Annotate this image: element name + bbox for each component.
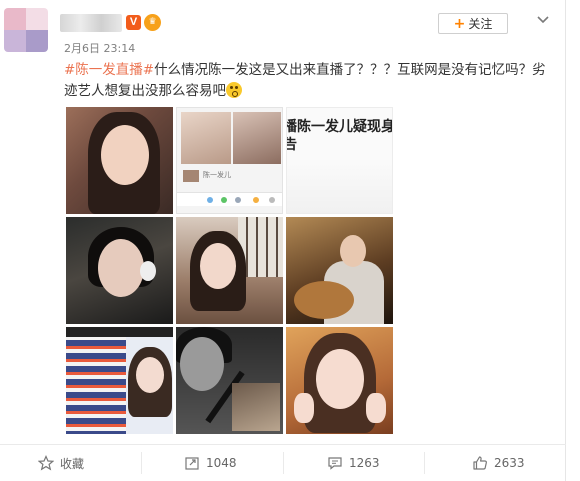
- image-grid: 陈一发儿 播陈一发儿疑现身直播 告: [66, 107, 394, 435]
- image-thumb-7[interactable]: [66, 327, 173, 434]
- image-content: [140, 261, 156, 281]
- image-content: [181, 112, 231, 164]
- chevron-down-icon[interactable]: [535, 12, 551, 28]
- image-thumb-3[interactable]: 播陈一发儿疑现身直播 告: [286, 107, 393, 214]
- image-thumb-8[interactable]: [176, 327, 283, 434]
- share-icon: [221, 197, 227, 203]
- image-thumb-2[interactable]: 陈一发儿: [176, 107, 283, 214]
- star-icon: [253, 197, 259, 203]
- image-content: [101, 125, 149, 185]
- comment-icon: [328, 457, 342, 470]
- plus-icon: +: [453, 15, 466, 32]
- like-button[interactable]: 2633: [472, 452, 525, 474]
- action-separator: [141, 452, 142, 474]
- image-content: [316, 349, 364, 409]
- comment-button[interactable]: 1263: [327, 452, 380, 474]
- repost-count: 1048: [206, 456, 237, 470]
- avatar[interactable]: [4, 8, 48, 52]
- repost-button[interactable]: 1048: [184, 452, 237, 474]
- image-content: [98, 239, 144, 297]
- image-content: [66, 327, 126, 434]
- image-content: [340, 235, 366, 267]
- thumb-headline-line: 告: [287, 136, 392, 154]
- comment-count: 1263: [349, 456, 380, 470]
- image-thumb-6[interactable]: [286, 217, 393, 324]
- image-content: [233, 112, 281, 164]
- share-icon: [235, 197, 241, 203]
- username-blurred[interactable]: [60, 14, 122, 32]
- thumbs-up-icon: [473, 456, 487, 470]
- post-text: #陈一发直播#什么情况陈一发这是又出来直播了？？？互联网是没有记忆吗？劣迹艺人想…: [64, 60, 559, 102]
- hashtag-link[interactable]: #陈一发直播#: [64, 62, 154, 78]
- v-badge-icon: V: [126, 15, 141, 30]
- image-thumb-5[interactable]: [176, 217, 283, 324]
- shocked-emoji-icon: [226, 82, 242, 98]
- image-content: [136, 357, 164, 393]
- repost-icon: [185, 457, 199, 470]
- avatar-mosaic: [26, 30, 48, 52]
- thumb-action-bar: [177, 192, 282, 206]
- weibo-post-card: V ♛ 2月6日 23:14 + 关注 #陈一发直播#什么情况陈一发这是又出来直…: [0, 0, 566, 481]
- like-icon: [269, 197, 275, 203]
- image-content: [294, 281, 354, 319]
- post-time[interactable]: 2月6日 23:14: [64, 40, 135, 56]
- follow-button[interactable]: + 关注: [438, 13, 508, 34]
- follow-label: 关注: [468, 17, 493, 31]
- favorite-label: 收藏: [60, 456, 85, 471]
- crown-icon: ♛: [144, 14, 161, 31]
- image-content: [232, 383, 280, 431]
- action-separator: [424, 452, 425, 474]
- thumb-caption: 陈一发儿: [203, 171, 231, 179]
- share-icon: [207, 197, 213, 203]
- image-content: [66, 327, 173, 337]
- like-count: 2633: [494, 456, 525, 470]
- avatar-mosaic: [4, 30, 26, 52]
- action-separator: [283, 452, 284, 474]
- thumb-headline-line: 播陈一发儿疑现身直播: [286, 119, 392, 135]
- avatar-mosaic: [26, 8, 48, 30]
- star-icon: [38, 455, 54, 471]
- favorite-button[interactable]: 收藏: [38, 452, 84, 474]
- avatar-mosaic: [4, 8, 26, 30]
- image-content: [180, 337, 224, 391]
- action-bar-divider: [0, 444, 566, 445]
- image-content: [183, 170, 199, 182]
- image-thumb-9[interactable]: [286, 327, 393, 434]
- image-content: [287, 162, 392, 213]
- image-content: [366, 393, 386, 423]
- image-thumb-1[interactable]: [66, 107, 173, 214]
- image-content: [294, 393, 314, 423]
- image-thumb-4[interactable]: [66, 217, 173, 324]
- thumb-headline: 播陈一发儿疑现身直播 告: [286, 118, 392, 154]
- image-content: [200, 243, 236, 289]
